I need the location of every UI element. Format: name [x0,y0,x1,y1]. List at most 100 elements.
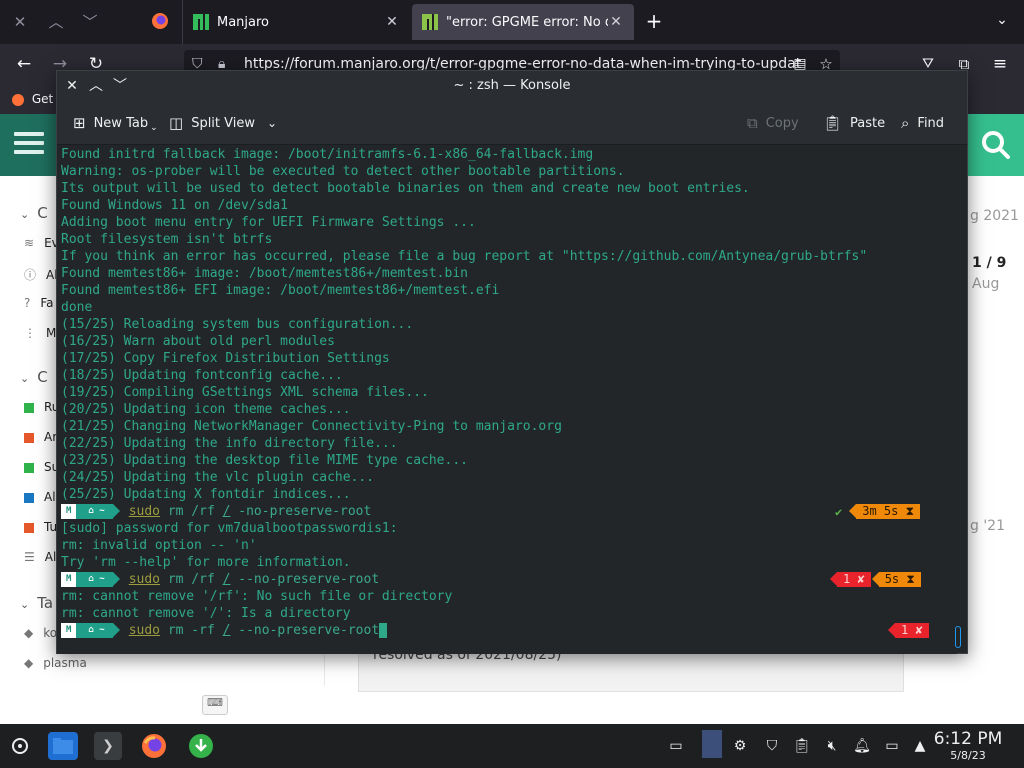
new-tab-icon: ⊞ [73,114,86,132]
split-view-button[interactable]: ◫ Split View ⌄ [169,112,277,134]
kde-connect-icon[interactable]: ⚙ [730,736,750,756]
tab-manjaro[interactable]: Manjaro ✕ [182,0,410,44]
clock-date: 5/8/23 [950,749,986,762]
sidebar-item[interactable]: ⋮ M [24,326,56,340]
terminal-output-line: done [61,300,93,315]
terminal-output-line: Found Windows 11 on /dev/sda1 [61,198,288,213]
sidebar-item[interactable]: ≋ Ev [24,236,59,250]
find-button[interactable]: ⌕ Find [901,112,944,134]
terminal-output-line: Root filesystem isn't btrfs [61,232,273,247]
exit-code-badge: 1 ✘ [830,572,871,587]
konsole-titlebar: ✕ ︿ ﹀ ~ : zsh — Konsole [57,71,967,101]
category-item[interactable]: Su [24,460,59,474]
paste-button[interactable]: 📋︎ Paste [823,112,885,134]
command-status: 1 ✘ [888,623,929,638]
tab-gpgme-error[interactable]: "error: GPGME error: No d ✕ [412,4,634,40]
new-tab-button[interactable]: ⊞ New Tab ⌄ [73,112,158,134]
show-hidden-icons[interactable]: ▲ [910,736,930,756]
konsole-toolbar: ⊞ New Tab ⌄ ◫ Split View ⌄ ⧉ Copy 📋︎ Pas… [57,101,967,145]
sidebar-item[interactable]: ⓘ Al [24,266,58,283]
terminal-output-line: Found memtest86+ EFI image: /boot/memtes… [61,283,500,298]
konsole-taskbar-icon[interactable]: ❯ [94,732,122,760]
exec-time-badge: 5s ⧗ [871,572,921,587]
command-text: sudo rm /rf / -no-preserve-root [128,504,372,519]
terminal-output-line: (22/25) Updating the info directory file… [61,436,398,451]
timeline-end-date: g '21 [970,518,1005,534]
copy-button[interactable]: ⧉ Copy [747,112,799,134]
terminal-output-line: If you think an error has occurred, plea… [61,249,868,264]
prompt-line: M ⌂ ~ sudo rm /rf / -no-preserve-root [61,503,371,520]
sidebar-section-header[interactable]: ⌄ C [20,204,48,222]
tag-item[interactable]: ◆ ko [24,626,57,640]
category-item[interactable]: Tu [24,520,57,534]
manjaro-logo-icon: M [61,623,85,638]
new-tab-button[interactable]: + [642,10,666,34]
success-check-icon: ✔ [835,504,843,519]
display-icon[interactable]: ▭ [882,736,902,756]
terminal-output-line: Found initrd fallback image: /boot/initr… [61,147,594,162]
list-all-tabs-icon[interactable]: ⌄ [992,12,1012,32]
category-item[interactable]: Ar [24,430,57,444]
terminal-output-line: Found memtest86+ image: /boot/memtest86+… [61,266,468,281]
taskbar: ❯ ▭ ⚙ ⛉ 📋︎ 🔇︎ 🔔︎ ▭ ▲ 6:12 PM 5/8/23 [0,724,1024,768]
maximize-window-icon[interactable]: ︿ [87,77,105,95]
back-icon[interactable]: ← [12,52,36,76]
sidebar-section-header[interactable]: ⌄ Ta [20,594,53,612]
close-window-icon[interactable]: ✕ [63,77,81,95]
clipboard-icon[interactable]: 📋︎ [792,736,812,756]
close-tab-icon[interactable]: ✕ [384,14,400,30]
category-item[interactable]: Al [24,490,56,504]
terminal-output-line: (25/25) Updating X fontdir indices... [61,487,351,502]
hamburger-menu-icon[interactable] [14,132,44,156]
bookmark-get-started[interactable]: Get [32,92,53,106]
sidebar-item[interactable]: ? Fa [24,296,54,310]
maximize-window-icon[interactable]: ︿ [46,12,66,32]
category-item[interactable]: ☰ Al [24,550,56,564]
volume-muted-icon[interactable]: 🔇︎ [822,736,842,756]
file-manager-icon[interactable] [48,732,78,760]
tab-bar: ✕ ︿ ﹀ Manjaro ✕ "error: GPGME error: No … [0,0,1024,44]
tag-item[interactable]: ◆ plasma [24,656,87,670]
post-counter[interactable]: 1 / 9 [972,255,1006,271]
command-input[interactable]: sudo rm -rf / --no-preserve-root [129,623,379,638]
text-cursor [379,623,388,638]
command-status: ✔ 3m 5s ⧗ [835,504,921,519]
minimize-window-icon[interactable]: ﹀ [111,77,129,95]
command-text: sudo rm /rf / --no-preserve-root [128,572,380,587]
forum-search-button[interactable] [966,114,1024,176]
firefox-taskbar-icon[interactable] [140,732,168,760]
close-tab-icon[interactable]: ✕ [608,14,624,30]
terminal-output-line: (18/25) Updating fontconfig cache... [61,368,343,383]
terminal-area[interactable]: M ⌂ ~ sudo rm /rf / -no-preserve-root ✔ … [57,146,957,654]
security-shield-icon[interactable]: ⛉ [762,736,782,756]
cwd-segment: ⌂ ~ [76,623,121,638]
software-update-icon[interactable] [187,732,215,760]
firefox-view-icon[interactable] [150,12,170,32]
terminal-output-line: (15/25) Reloading system bus configurati… [61,317,414,332]
terminal-output-line: (24/25) Updating the vlc plugin cache... [61,470,375,485]
tab-label: Manjaro [217,14,270,30]
terminal-output-line: Try 'rm --help' for more information. [61,555,351,570]
search-icon [982,131,1010,159]
menu-icon[interactable]: ≡ [988,52,1012,76]
terminal-output-line: Warning: os-prober will be executed to d… [61,164,625,179]
system-clock[interactable]: 6:12 PM 5/8/23 [928,729,1008,763]
close-window-icon[interactable]: ✕ [10,12,30,32]
terminal-output-line: [sudo] password for vm7dualbootpasswordi… [61,521,398,536]
notifications-icon[interactable]: 🔔︎ [852,736,872,756]
keyboard-shortcuts-icon[interactable]: ⌨ [202,695,228,715]
timeline-date: Aug [972,276,1000,292]
terminal-output-line: (19/25) Compiling GSettings XML schema f… [61,385,429,400]
application-launcher-icon[interactable] [6,732,34,760]
category-item[interactable]: Ru [24,400,59,414]
tab-label: "error: GPGME error: No d [446,14,608,30]
scrollbar-handle[interactable] [955,626,961,648]
minimize-window-icon[interactable]: ﹀ [80,12,100,32]
firefox-logo-icon [12,93,24,106]
exit-code-badge: 1 ✘ [888,623,929,638]
sidebar-section-header[interactable]: ⌄ C [20,368,48,386]
pager-desktop-icon[interactable] [702,730,722,758]
konsole-window: ✕ ︿ ﹀ ~ : zsh — Konsole ⊞ New Tab ⌄ ◫ Sp… [56,70,968,654]
copy-icon: ⧉ [747,114,758,132]
keyboard-layout-icon[interactable]: ▭ [666,736,686,756]
